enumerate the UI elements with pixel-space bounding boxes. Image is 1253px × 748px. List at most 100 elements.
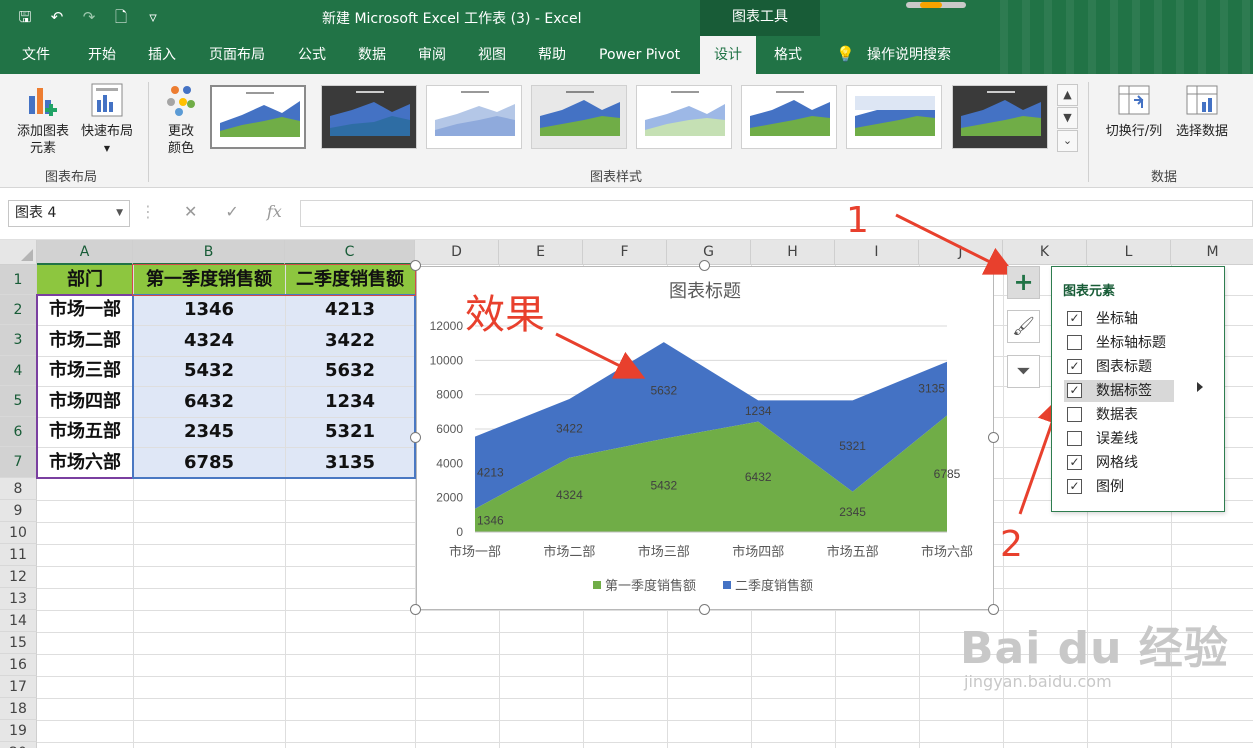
select-data-button[interactable]: 选择数据 — [1170, 82, 1234, 140]
chart-element-option[interactable]: 误差线 — [1064, 428, 1222, 450]
resize-handle[interactable] — [699, 260, 710, 271]
enter-icon[interactable]: ✓ — [225, 202, 238, 226]
column-header-a[interactable]: A — [37, 240, 133, 265]
checkbox[interactable]: ✓ — [1067, 383, 1082, 398]
tab-page-layout[interactable]: 页面布局 — [209, 36, 265, 74]
data-cell[interactable]: 4324 — [133, 325, 285, 356]
row-header-4[interactable]: 4 — [0, 356, 37, 386]
chart-style-thumb-4[interactable] — [531, 85, 627, 149]
row-header-7[interactable]: 7 — [0, 447, 37, 478]
chart-element-option[interactable]: ✓ 坐标轴 — [1064, 308, 1222, 330]
chart-filter-icon[interactable]: ⏷ — [1007, 355, 1040, 388]
row-header-3[interactable]: 3 — [0, 325, 37, 356]
save-icon[interactable]: 🖫 — [14, 6, 36, 28]
row-header-12[interactable]: 12 — [0, 566, 37, 588]
checkbox[interactable]: ✓ — [1067, 479, 1082, 494]
row-header-9[interactable]: 9 — [0, 500, 37, 522]
row-header-8[interactable]: 8 — [0, 478, 37, 500]
row-header-17[interactable]: 17 — [0, 676, 37, 698]
tab-data[interactable]: 数据 — [358, 36, 386, 74]
resize-handle[interactable] — [410, 260, 421, 271]
tell-me-search[interactable]: 操作说明搜索 — [867, 36, 951, 74]
row-header-14[interactable]: 14 — [0, 610, 37, 632]
submenu-arrow-icon[interactable] — [1197, 382, 1203, 392]
chart-element-option[interactable]: ✓ 数据标签 — [1064, 380, 1174, 402]
column-header-b[interactable]: B — [133, 240, 285, 265]
column-header-l[interactable]: L — [1087, 240, 1171, 265]
tab-format[interactable]: 格式 — [774, 36, 802, 74]
column-header-m[interactable]: M — [1171, 240, 1253, 265]
column-header-g[interactable]: G — [667, 240, 751, 265]
column-header-h[interactable]: H — [751, 240, 835, 265]
checkbox[interactable]: ✓ — [1067, 311, 1082, 326]
row-header-2[interactable]: 2 — [0, 295, 37, 325]
row-header-10[interactable]: 10 — [0, 522, 37, 544]
data-cell[interactable]: 1234 — [285, 386, 415, 417]
data-cell[interactable]: 5321 — [285, 417, 415, 447]
row-header-18[interactable]: 18 — [0, 698, 37, 720]
resize-handle[interactable] — [988, 260, 999, 271]
data-cell[interactable]: 6785 — [133, 447, 285, 478]
tab-help[interactable]: 帮助 — [538, 36, 566, 74]
chart-style-thumb-6[interactable] — [741, 85, 837, 149]
data-cell[interactable]: 2345 — [133, 417, 285, 447]
chevron-down-icon[interactable]: ▼ — [116, 201, 123, 226]
resize-handle[interactable] — [699, 604, 710, 615]
tab-design[interactable]: 设计 — [700, 36, 756, 76]
column-header-e[interactable]: E — [499, 240, 583, 265]
header-cell[interactable]: 第一季度销售额 — [133, 265, 285, 295]
add-chart-element-button[interactable]: 添加图表 元素 — [10, 82, 76, 157]
chart-element-option[interactable]: ✓ 图表标题 — [1064, 356, 1222, 378]
resize-handle[interactable] — [410, 604, 421, 615]
formula-input[interactable] — [300, 200, 1253, 227]
print-preview-icon[interactable]: 🗋 — [110, 6, 132, 28]
change-colors-button[interactable]: 更改 颜色 — [156, 82, 206, 157]
column-header-k[interactable]: K — [1003, 240, 1087, 265]
chart-style-thumb-5[interactable] — [636, 85, 732, 149]
name-box[interactable]: 图表 4 ▼ — [8, 200, 130, 227]
column-header-i[interactable]: I — [835, 240, 919, 265]
data-cell[interactable]: 市场二部 — [37, 325, 133, 356]
data-cell[interactable]: 3422 — [285, 325, 415, 356]
tab-view[interactable]: 视图 — [478, 36, 506, 74]
chart-element-option[interactable]: ✓ 网格线 — [1064, 452, 1222, 474]
redo-icon[interactable]: ↷ — [78, 6, 100, 28]
resize-handle[interactable] — [988, 432, 999, 443]
tab-review[interactable]: 审阅 — [418, 36, 446, 74]
checkbox[interactable]: ✓ — [1067, 455, 1082, 470]
column-header-f[interactable]: F — [583, 240, 667, 265]
insert-function-icon[interactable]: fx — [267, 202, 282, 226]
data-cell[interactable]: 市场六部 — [37, 447, 133, 478]
resize-handle[interactable] — [410, 432, 421, 443]
customize-qat-icon[interactable]: ▿ — [142, 6, 164, 28]
row-header-5[interactable]: 5 — [0, 386, 37, 417]
switch-row-column-button[interactable]: 切换行/列 — [1098, 82, 1170, 140]
tab-insert[interactable]: 插入 — [148, 36, 176, 74]
data-cell[interactable]: 5632 — [285, 356, 415, 386]
data-cell[interactable]: 1346 — [133, 295, 285, 325]
header-cell[interactable]: 二季度销售额 — [285, 265, 415, 295]
data-cell[interactable]: 3135 — [285, 447, 415, 478]
checkbox[interactable] — [1067, 335, 1082, 350]
row-header-13[interactable]: 13 — [0, 588, 37, 610]
row-header-20[interactable]: 20 — [0, 742, 37, 748]
chart-style-thumb-7[interactable] — [846, 85, 942, 149]
data-cell[interactable]: 市场三部 — [37, 356, 133, 386]
undo-icon[interactable]: ↶ — [46, 6, 68, 28]
column-header-d[interactable]: D — [415, 240, 499, 265]
chart-style-thumb-3[interactable] — [426, 85, 522, 149]
data-cell[interactable]: 市场五部 — [37, 417, 133, 447]
gallery-scroll-down-icon[interactable]: ▼ — [1057, 107, 1078, 129]
resize-handle[interactable] — [988, 604, 999, 615]
cancel-icon[interactable]: ✕ — [184, 202, 197, 226]
data-cell[interactable]: 5432 — [133, 356, 285, 386]
tab-home[interactable]: 开始 — [88, 36, 116, 74]
row-header-16[interactable]: 16 — [0, 654, 37, 676]
data-cell[interactable]: 市场一部 — [37, 295, 133, 325]
quick-layout-button[interactable]: 快速布局 ▼ — [76, 82, 138, 157]
row-header-15[interactable]: 15 — [0, 632, 37, 654]
header-cell[interactable]: 部门 — [37, 265, 133, 295]
chart-element-option[interactable]: 数据表 — [1064, 404, 1222, 426]
tab-formulas[interactable]: 公式 — [298, 36, 326, 74]
row-header-6[interactable]: 6 — [0, 417, 37, 447]
